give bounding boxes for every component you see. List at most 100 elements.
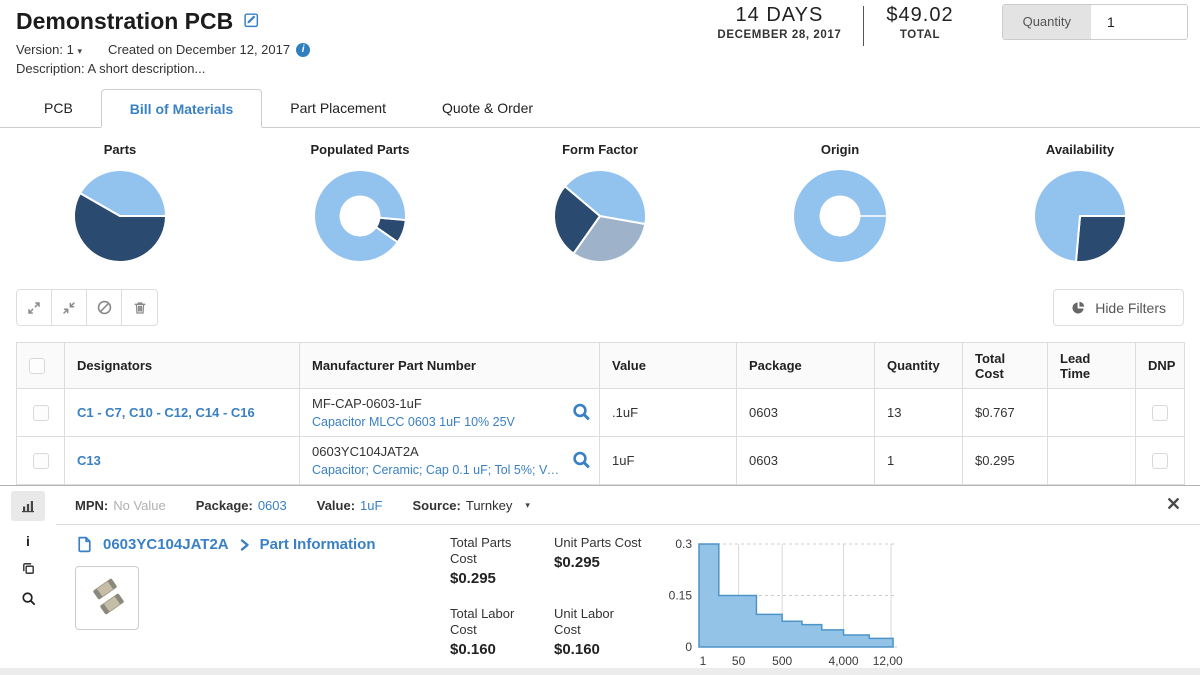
copy-tab-button[interactable]	[21, 561, 36, 578]
col-designators: Designators	[65, 343, 300, 389]
source-value: Turnkey	[466, 498, 512, 513]
part-info-tab-button[interactable]: i	[26, 534, 30, 548]
part-search-button[interactable]	[572, 450, 590, 471]
source-label: Source:	[412, 498, 460, 513]
tab-quote-order[interactable]: Quote & Order	[414, 89, 561, 127]
delete-button[interactable]	[122, 290, 157, 325]
filter-chart-origin[interactable]: Origin	[720, 142, 960, 269]
dnp-checkbox[interactable]	[1152, 405, 1168, 421]
ban-icon	[96, 299, 113, 316]
select-all-checkbox[interactable]	[29, 358, 45, 374]
quantity-cell: 13	[875, 389, 963, 437]
value-value-link[interactable]: 1uF	[360, 498, 382, 513]
lead-time-days: 14 DAYS	[717, 4, 841, 27]
page-header: Demonstration PCB Version: 1 ▾ Created o…	[0, 0, 1200, 76]
info-icon: i	[26, 533, 30, 549]
mpn-text: 0603YC104JAT2A	[312, 444, 565, 460]
total-labor-cost: Total Labor Cost $0.160	[450, 606, 538, 675]
quantity-input[interactable]	[1091, 5, 1187, 39]
copy-icon	[21, 561, 36, 576]
bom-action-group	[16, 289, 158, 326]
mpn-value: No Value	[113, 498, 166, 513]
info-icon[interactable]: i	[296, 43, 310, 57]
created-date-text: Created on December 12, 2017	[108, 42, 290, 57]
package-value-link[interactable]: 0603	[258, 498, 287, 513]
filter-chart-parts[interactable]: Parts	[0, 142, 240, 269]
parts-pie-chart[interactable]	[72, 168, 168, 264]
table-header-row: Designators Manufacturer Part Number Val…	[17, 343, 1185, 389]
designators-link[interactable]: C1 - C7, C10 - C12, C14 - C16	[77, 405, 255, 420]
bom-toolbar: Hide Filters	[16, 289, 1184, 326]
search-icon	[572, 402, 590, 420]
part-number-link[interactable]: 0603YC104JAT2A	[103, 536, 229, 553]
search-icon	[21, 591, 36, 606]
part-thumbnail[interactable]	[75, 566, 139, 630]
mpn-text: MF-CAP-0603-1uF	[312, 396, 565, 412]
lead-time-block: 14 DAYS DECEMBER 28, 2017	[695, 4, 863, 41]
part-information-link[interactable]: Part Information	[260, 536, 376, 553]
origin-pie-chart[interactable]	[792, 168, 888, 264]
expand-rows-button[interactable]	[17, 290, 52, 325]
detail-panel-rail: i	[0, 486, 56, 667]
designators-link[interactable]: C13	[77, 453, 101, 468]
bar-chart-icon	[20, 498, 36, 514]
datasheet-icon[interactable]	[75, 535, 94, 554]
package-cell: 0603	[737, 437, 875, 485]
unit-parts-cost: Unit Parts Cost $0.295	[554, 535, 642, 606]
bom-table: Designators Manufacturer Part Number Val…	[16, 342, 1185, 485]
close-panel-button[interactable]	[1167, 497, 1180, 513]
close-icon	[1167, 497, 1180, 510]
detail-panel-body: 0603YC104JAT2A Part Information Total Pa…	[56, 525, 1200, 675]
part-search-button[interactable]	[572, 402, 590, 423]
mpn-description-link[interactable]: Capacitor; Ceramic; Cap 0.1 uF; Tol 5%; …	[312, 462, 565, 478]
search-tab-button[interactable]	[21, 591, 36, 608]
col-package: Package	[737, 343, 875, 389]
dnp-checkbox[interactable]	[1152, 453, 1168, 469]
col-value: Value	[600, 343, 737, 389]
source-dropdown[interactable]: Source: Turnkey ▾	[412, 498, 529, 513]
filter-chart-populated-parts[interactable]: Populated Parts	[240, 142, 480, 269]
lead-time-date: DECEMBER 28, 2017	[717, 29, 841, 41]
value-label: Value:	[317, 498, 355, 513]
chevron-down-icon: ▾	[77, 46, 82, 56]
version-selector[interactable]: Version: 1 ▾	[16, 42, 82, 57]
row-checkbox[interactable]	[33, 405, 49, 421]
availability-pie-chart[interactable]	[1032, 168, 1128, 264]
cost-summary: Total Parts Cost $0.295 Unit Parts Cost …	[450, 535, 645, 675]
package-cell: 0603	[737, 389, 875, 437]
tab-pcb[interactable]: PCB	[16, 89, 101, 127]
form-factor-pie-chart[interactable]	[552, 168, 648, 264]
total-block: $49.02 TOTAL	[864, 4, 975, 41]
trash-icon	[132, 300, 148, 316]
col-mpn: Manufacturer Part Number	[300, 343, 600, 389]
svg-text:12,000: 12,000	[873, 654, 903, 668]
table-row: C13 0603YC104JAT2A Capacitor; Ceramic; C…	[17, 437, 1185, 485]
svg-text:0.3: 0.3	[675, 537, 692, 551]
svg-text:4,000: 4,000	[829, 654, 859, 668]
hide-filters-button[interactable]: Hide Filters	[1053, 289, 1184, 326]
price-break-chart[interactable]: 00.150.31505004,00012,000	[663, 535, 903, 675]
lead-time-cell	[1048, 389, 1136, 437]
svg-text:500: 500	[772, 654, 792, 668]
page-title: Demonstration PCB	[16, 8, 233, 35]
quantity-label: Quantity	[1003, 5, 1091, 39]
dnp-button[interactable]	[87, 290, 122, 325]
populated-parts-pie-chart[interactable]	[312, 168, 408, 264]
tab-bill-of-materials[interactable]: Bill of Materials	[101, 89, 262, 128]
price-chart-tab-button[interactable]	[11, 491, 45, 521]
collapse-rows-button[interactable]	[52, 290, 87, 325]
svg-text:0: 0	[685, 640, 692, 654]
filter-chart-availability[interactable]: Availability	[960, 142, 1200, 269]
filter-chart-form-factor[interactable]: Form Factor	[480, 142, 720, 269]
collapse-icon	[61, 300, 77, 316]
tab-part-placement[interactable]: Part Placement	[262, 89, 414, 127]
edit-title-icon[interactable]	[243, 11, 260, 33]
pie-chart-icon	[1071, 300, 1086, 315]
row-checkbox[interactable]	[33, 453, 49, 469]
quantity-widget: Quantity	[1002, 4, 1188, 40]
unit-labor-cost: Unit Labor Cost $0.160	[554, 606, 642, 675]
header-summary: 14 DAYS DECEMBER 28, 2017 $49.02 TOTAL Q…	[695, 4, 1188, 46]
capacitor-image	[78, 569, 136, 627]
package-label: Package:	[196, 498, 253, 513]
mpn-description-link[interactable]: Capacitor MLCC 0603 1uF 10% 25V	[312, 414, 565, 430]
